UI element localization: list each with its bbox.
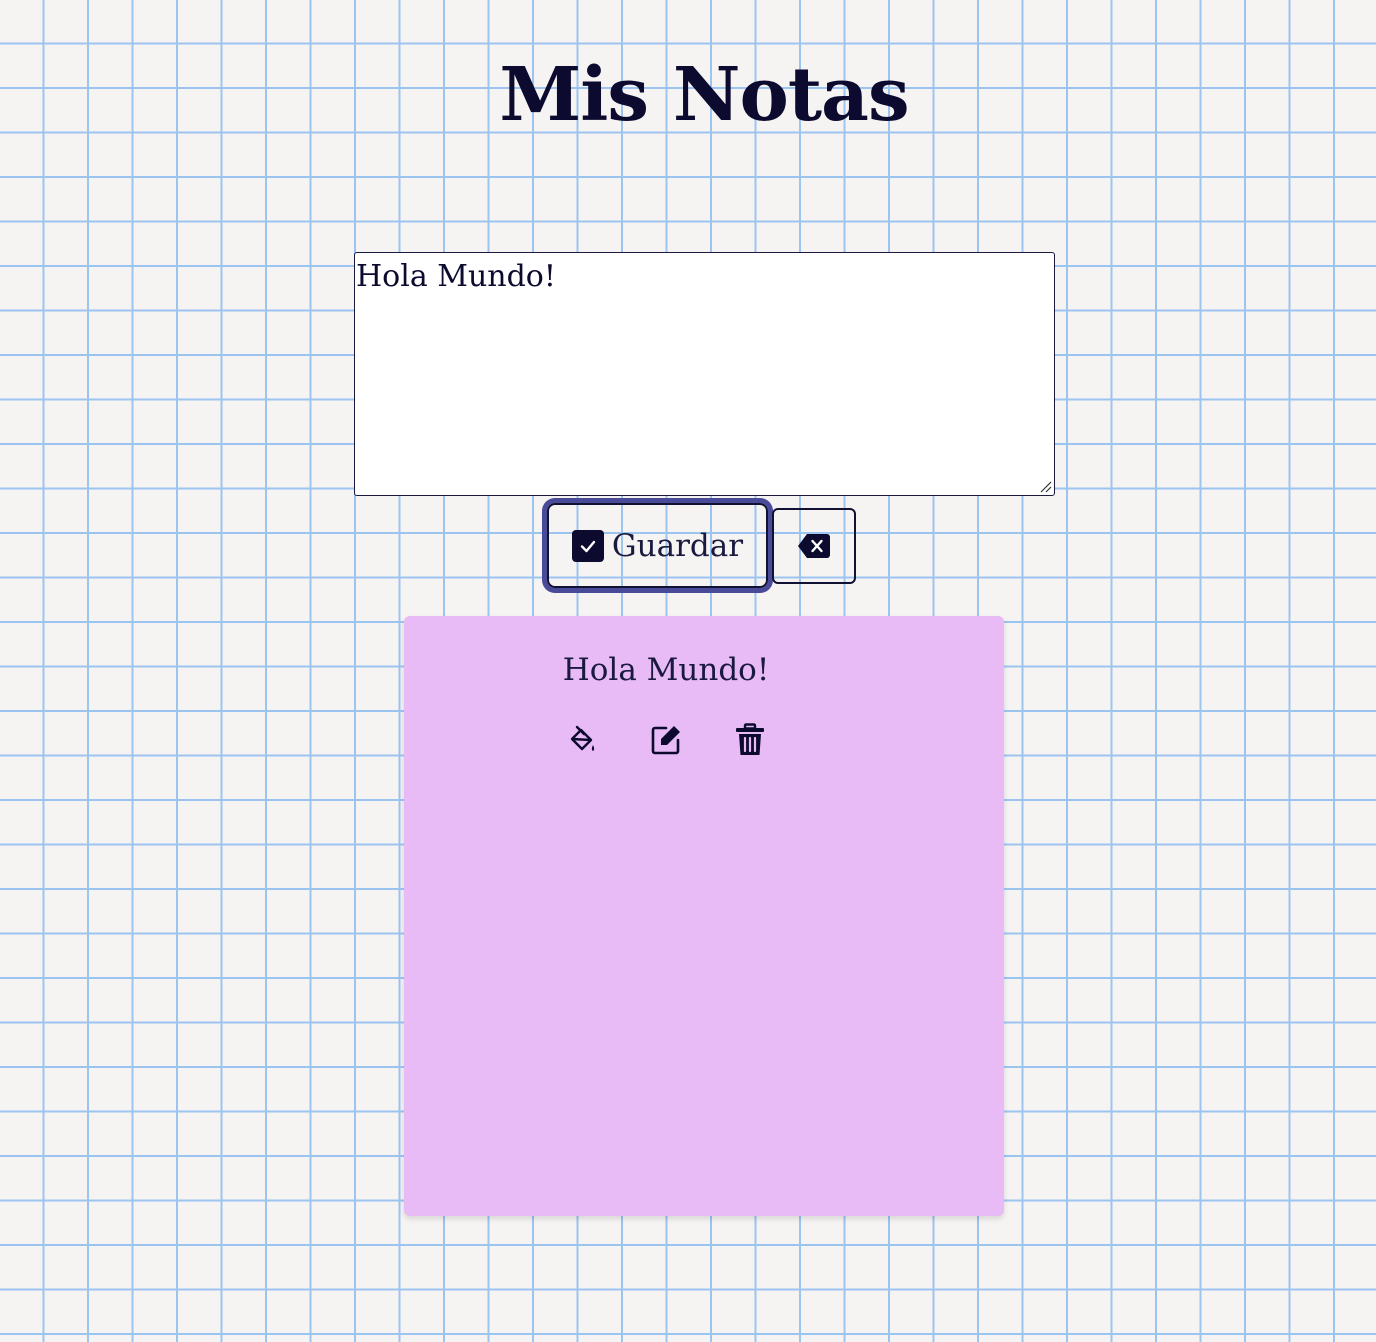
paint-bucket-icon[interactable]: [564, 722, 600, 758]
check-square-icon: [571, 529, 604, 562]
backspace-icon: [798, 534, 830, 558]
clear-button[interactable]: [772, 508, 856, 584]
note-textarea-value: Hola Mundo!: [356, 259, 556, 294]
edit-icon[interactable]: [648, 722, 684, 758]
save-button[interactable]: Guardar: [547, 503, 768, 588]
note-textarea[interactable]: Hola Mundo!: [354, 252, 1055, 496]
page-title: Mis Notas: [499, 52, 909, 138]
note-card: Hola Mundo!: [404, 616, 1004, 1216]
resize-handle-icon[interactable]: [1038, 479, 1052, 493]
note-text: Hola Mundo!: [562, 652, 770, 688]
trash-icon[interactable]: [732, 722, 768, 758]
save-button-label: Guardar: [611, 527, 744, 564]
